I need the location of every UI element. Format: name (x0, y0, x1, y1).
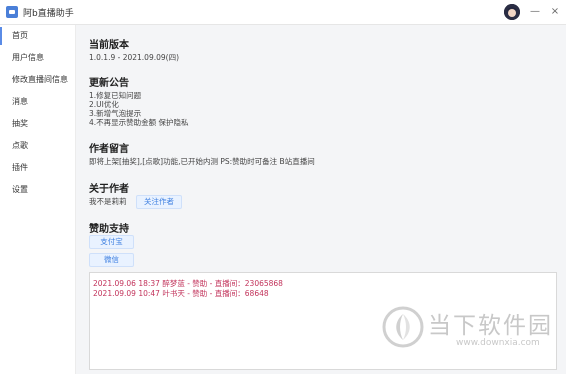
window-title: 阿b直播助手 (23, 8, 74, 19)
watermark: 当下软件园 www.downxia.com (382, 300, 564, 368)
sidebar-item-settings[interactable]: 设置 (0, 179, 75, 201)
user-avatar[interactable] (504, 4, 520, 20)
sidebar-item-user-info[interactable]: 用户信息 (0, 47, 75, 69)
author-message-heading: 作者留言 (89, 144, 129, 155)
sidebar-item-lottery[interactable]: 抽奖 (0, 113, 75, 135)
author-name: 我不是莉莉 (89, 197, 127, 206)
author-message-text: 即将上架[抽奖],[点歌]功能,已开始内测 PS:赞助时可备注 B站直播间 (89, 157, 315, 166)
app-logo-icon (6, 6, 18, 18)
watermark-url: www.downxia.com (456, 338, 540, 348)
app-window: 阿b直播助手 — × 首页 用户信息 修改直播间信息 消息 抽奖 点歌 插件 设… (0, 0, 566, 374)
wechat-button[interactable]: 微信 (89, 253, 134, 267)
notice-line: 4.不再显示赞助金额 保护隐私 (89, 118, 189, 127)
close-button[interactable]: × (550, 7, 560, 17)
notice-line: 3.新增气泡提示 (89, 109, 142, 118)
alipay-button[interactable]: 支付宝 (89, 235, 134, 249)
title-bar: 阿b直播助手 — × (0, 0, 566, 25)
sidebar-item-song-request[interactable]: 点歌 (0, 135, 75, 157)
minimize-button[interactable]: — (530, 7, 540, 17)
about-author-heading: 关于作者 (89, 184, 129, 195)
watermark-text: 当下软件园 (428, 313, 553, 339)
version-text: 1.0.1.9 - 2021.09.09(四) (89, 53, 180, 62)
notice-line: 2.UI优化 (89, 100, 119, 109)
sidebar: 首页 用户信息 修改直播间信息 消息 抽奖 点歌 插件 设置 (0, 25, 76, 374)
sidebar-item-messages[interactable]: 消息 (0, 91, 75, 113)
support-heading: 赞助支持 (89, 224, 129, 235)
sidebar-item-plugins[interactable]: 插件 (0, 157, 75, 179)
sidebar-item-edit-room[interactable]: 修改直播间信息 (0, 69, 75, 91)
version-heading: 当前版本 (89, 40, 129, 51)
watermark-logo-icon (382, 306, 424, 348)
follow-author-button[interactable]: 关注作者 (136, 195, 182, 209)
sidebar-item-home[interactable]: 首页 (0, 25, 75, 47)
log-entry: 2021.09.09 10:47 叶书天 - 赞助 - 直播间：68648 (93, 289, 269, 298)
notice-heading: 更新公告 (89, 78, 129, 89)
notice-line: 1.修复已知问题 (89, 91, 142, 100)
